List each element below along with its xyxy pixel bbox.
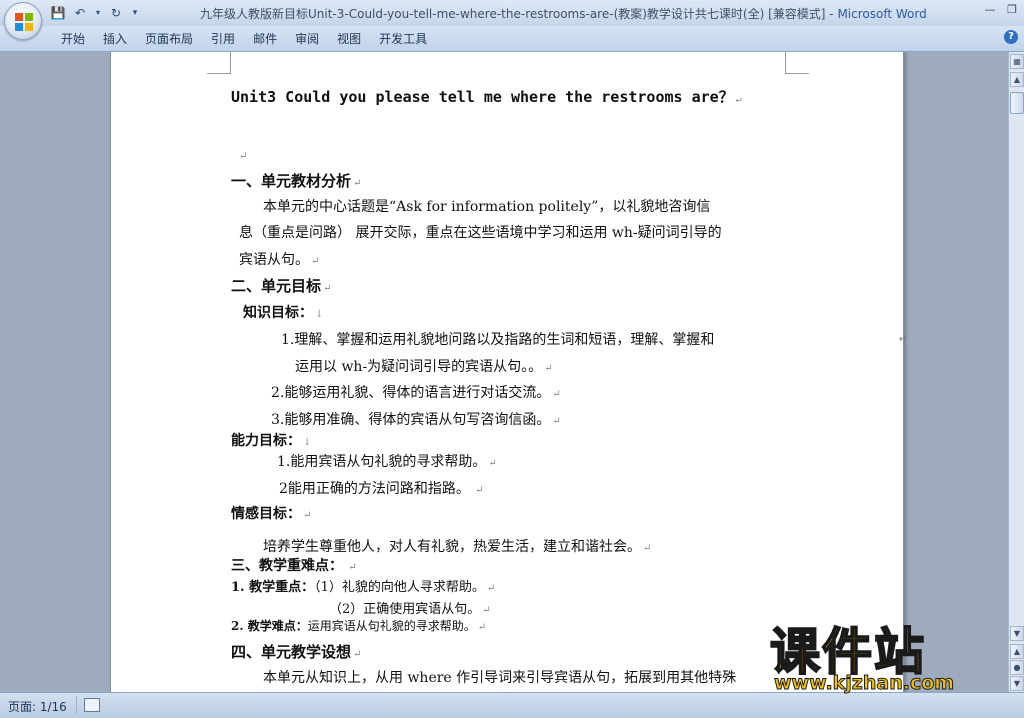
redo-icon[interactable]: ↻ <box>108 5 124 21</box>
paragraph-mark: ↵ <box>239 151 248 162</box>
document-page[interactable]: Unit3 Could you please tell me where the… <box>110 52 908 692</box>
browse-object-icon[interactable]: ● <box>1010 660 1024 675</box>
key-point-line: 1. 教学重点：（1）礼貌的向他人寻求帮助。 ↵ <box>231 580 496 595</box>
scroll-up-icon[interactable]: ▲ <box>1010 72 1024 87</box>
margin-corner-mark <box>207 52 231 74</box>
section-heading: 三、教学重难点： ↵ <box>231 558 357 574</box>
office-button[interactable] <box>4 2 42 40</box>
tab-page-layout[interactable]: 页面布局 <box>136 31 202 47</box>
ribbon-tabs-bar: 开始 插入 页面布局 引用 邮件 审阅 视图 开发工具 <box>0 26 1024 52</box>
tab-developer[interactable]: 开发工具 <box>370 31 436 47</box>
watermark-logo: 课件站 www.kjzhan.com <box>769 612 1010 696</box>
document-workspace: Unit3 Could you please tell me where the… <box>0 52 1008 692</box>
tab-home[interactable]: 开始 <box>52 31 94 47</box>
customize-qat-icon[interactable]: ▾ <box>130 5 140 21</box>
body-text: 息（重点是问路） 展开交际，重点在这些语境中学习和运用 wh-疑问词引导的 <box>239 225 722 241</box>
app-name: Microsoft Word <box>837 7 927 21</box>
dropdown-icon[interactable]: ▾ <box>94 5 102 21</box>
ruler-toggle-icon[interactable]: ▦ <box>1010 54 1024 69</box>
list-item: 2.能够运用礼貌、得体的语言进行对话交流。 ↵ <box>271 385 561 401</box>
tab-mailings[interactable]: 邮件 <box>244 31 286 47</box>
undo-icon[interactable]: ↶ <box>72 5 88 21</box>
key-point-line: （2）正确使用宾语从句。 ↵ <box>329 602 491 617</box>
previous-page-icon[interactable]: ▲ <box>1010 644 1024 659</box>
vertical-scrollbar[interactable]: ▦ ▲ ▼ ▲ ● ▼ <box>1008 52 1024 692</box>
difficulty-line: 2. 教学难点：运用宾语从句礼貌的寻求帮助。 ↵ <box>231 619 487 633</box>
body-text: 培养学生尊重他人，对人有礼貌，热爱生活，建立和谐社会。 ↵ <box>263 539 652 555</box>
restore-icon[interactable]: ❐ <box>1004 2 1020 18</box>
next-page-icon[interactable]: ▼ <box>1010 676 1024 691</box>
spelling-check-icon[interactable] <box>84 698 100 712</box>
document-title: 九年级人教版新目标Unit-3-Could-you-tell-me-where-… <box>200 7 838 21</box>
section-heading: 四、单元教学设想 ↵ <box>231 643 362 661</box>
list-item: 1.能用宾语从句礼貌的寻求帮助。 ↵ <box>277 454 497 470</box>
scroll-down-icon[interactable]: ▼ <box>1010 626 1024 641</box>
scroll-thumb[interactable] <box>1010 92 1024 114</box>
save-icon[interactable]: 💾 <box>50 5 66 21</box>
subheading: 情感目标： ↵ <box>231 506 312 522</box>
body-text: 本单元从知识上，从用 where 作引导词来引导宾语从句，拓展到用其他特殊 <box>263 670 737 686</box>
help-icon[interactable]: ? <box>1004 30 1018 44</box>
window-title: 九年级人教版新目标Unit-3-Could-you-tell-me-where-… <box>200 5 927 22</box>
paragraph-mark: ↵ <box>899 334 908 345</box>
body-text: 本单元的中心话题是“Ask for information politely”，… <box>263 199 711 215</box>
tab-references[interactable]: 引用 <box>202 31 244 47</box>
section-heading: 一、单元教材分析 ↵ <box>231 172 362 190</box>
margin-corner-mark <box>785 52 809 74</box>
subheading: 能力目标： ↓ <box>231 433 312 449</box>
subheading: 知识目标： ↓ <box>243 305 324 321</box>
quick-access-toolbar: 💾 ↶ ▾ ↻ ▾ <box>50 4 140 22</box>
page-indicator[interactable]: 页面: 1/16 <box>8 698 67 715</box>
tab-review[interactable]: 审阅 <box>286 31 328 47</box>
list-item: 运用以 wh-为疑问词引导的宾语从句。。 ↵ <box>295 359 553 375</box>
tab-view[interactable]: 视图 <box>328 31 370 47</box>
office-logo-icon <box>15 13 33 31</box>
minimize-icon[interactable]: — <box>982 2 998 18</box>
list-item: 2能用正确的方法问路和指路。 ↵ <box>279 481 484 497</box>
body-text: 宾语从句。 ↵ <box>239 252 320 268</box>
divider <box>76 696 77 714</box>
section-heading: 二、单元目标 ↵ <box>231 277 332 295</box>
title-bar: 💾 ↶ ▾ ↻ ▾ 九年级人教版新目标Unit-3-Could-you-tell… <box>0 0 1024 26</box>
list-item: 1.理解、掌握和运用礼貌地问路以及指路的生词和短语，理解、掌握和 <box>281 332 715 348</box>
tab-insert[interactable]: 插入 <box>94 31 136 47</box>
window-controls: — ❐ <box>982 2 1020 18</box>
document-heading: Unit3 Could you please tell me where the… <box>231 88 742 106</box>
list-item: 3.能够用准确、得体的宾语从句写咨询信函。 ↵ <box>271 412 561 428</box>
watermark-url: www.kjzhan.com <box>773 672 955 695</box>
